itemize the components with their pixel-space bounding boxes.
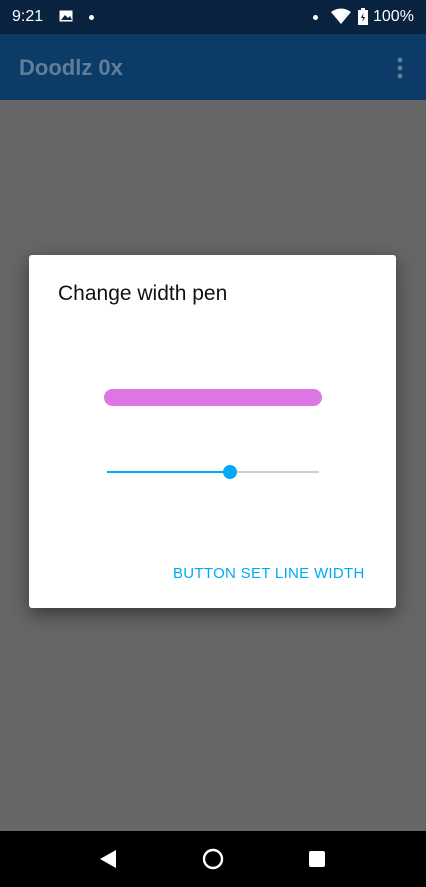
status-bar: 9:21 100%	[0, 0, 426, 34]
more-vert-icon[interactable]	[394, 56, 406, 80]
notification-dot-icon	[89, 15, 94, 20]
dialog-title: Change width pen	[58, 282, 228, 305]
home-icon[interactable]	[202, 848, 224, 870]
line-width-dialog: Change width pen BUTTON SET LINE WIDTH	[29, 255, 396, 608]
status-time: 9:21	[12, 8, 44, 25]
image-icon	[59, 10, 73, 22]
app-title: Doodlz 0x	[19, 55, 123, 80]
battery-percentage: 100%	[373, 8, 414, 25]
app-bar: Doodlz 0x	[0, 34, 426, 100]
slider-thumb[interactable]	[223, 465, 237, 479]
navigation-bar	[0, 831, 426, 887]
set-line-width-button[interactable]: BUTTON SET LINE WIDTH	[173, 565, 365, 582]
wifi-icon	[331, 8, 351, 24]
line-width-preview	[104, 389, 322, 406]
recents-icon[interactable]	[308, 850, 326, 868]
battery-icon	[358, 8, 368, 25]
slider-track-active	[107, 471, 230, 473]
notification-dot-icon	[313, 15, 318, 20]
line-width-slider[interactable]	[107, 461, 319, 483]
back-icon[interactable]	[98, 849, 118, 869]
